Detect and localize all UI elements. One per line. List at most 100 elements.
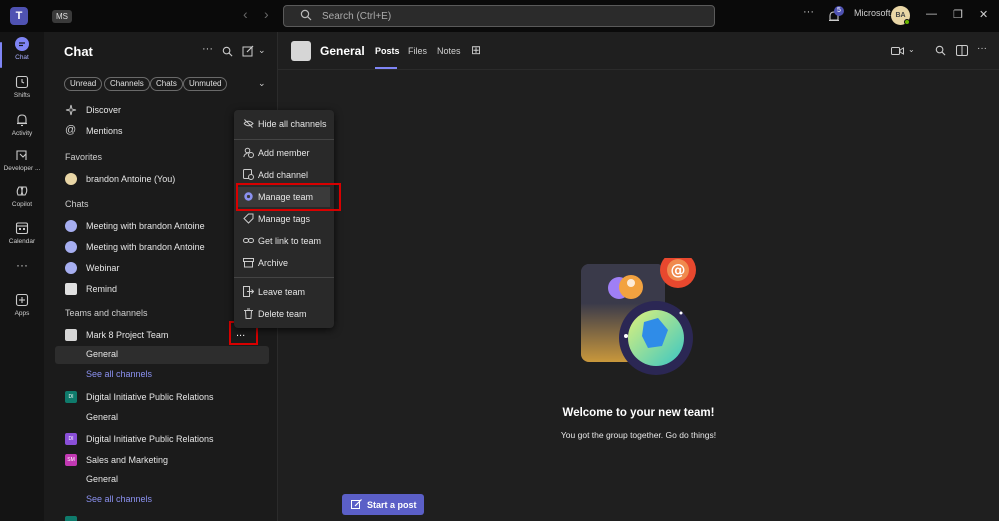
channel-item-general[interactable]: General — [44, 470, 278, 490]
more-options-icon[interactable]: ··· — [977, 43, 987, 54]
close-icon[interactable]: ✕ — [979, 8, 988, 21]
see-all-label: See all channels — [86, 369, 153, 379]
rail-item-copilot[interactable]: Copilot — [0, 183, 44, 221]
menu-label: Leave team — [258, 287, 306, 297]
see-all-channels-link[interactable]: See all channels — [44, 490, 278, 510]
video-call-icon[interactable] — [891, 46, 904, 56]
nav-label: Discover — [86, 105, 122, 115]
rail-item-shifts[interactable]: Shifts — [0, 74, 44, 112]
team-label: Digital Initiative Public Relations — [86, 392, 214, 402]
filter-unmuted[interactable]: Unmuted — [183, 77, 228, 91]
channel-item-general[interactable]: General — [44, 345, 278, 365]
menu-add-member[interactable]: Add member — [234, 143, 334, 163]
filter-unread[interactable]: Unread — [64, 77, 103, 91]
menu-divider — [234, 277, 334, 278]
rail-label: Developer ... — [3, 165, 41, 172]
team-item-dipr-2[interactable]: DI Digital Initiative Public Relations — [44, 430, 278, 450]
rail-label: Shifts — [13, 92, 31, 99]
teams-window: T MS ‹ › Search (Ctrl+E) ··· 5 Microsoft… — [0, 0, 999, 521]
tab-posts[interactable]: Posts — [375, 46, 400, 56]
highlight-box-manage-team — [236, 183, 341, 211]
team-badge: SM — [65, 454, 77, 466]
rail-label: Calendar — [8, 238, 36, 245]
rail-item-chat[interactable]: Chat — [0, 36, 44, 74]
menu-hide-all-channels[interactable]: Hide all channels — [234, 114, 334, 134]
chevron-down-icon[interactable]: ⌄ — [908, 45, 915, 54]
new-chat-icon[interactable] — [242, 45, 254, 57]
discover-icon — [65, 104, 77, 116]
channel-search-icon[interactable] — [935, 45, 946, 56]
calendar-icon — [15, 222, 29, 235]
team-label: Mark 8 Project Team — [86, 330, 169, 340]
favorite-label: brandon Antoine (You) — [86, 174, 176, 184]
title-bar: T MS ‹ › Search (Ctrl+E) ··· 5 Microsoft… — [0, 0, 999, 32]
welcome-subtitle: You got the group together. Go do things… — [560, 430, 717, 440]
panel-more-icon[interactable]: ··· — [202, 43, 213, 55]
menu-archive[interactable]: Archive — [234, 253, 334, 273]
tab-notes[interactable]: Notes — [437, 46, 461, 56]
rail-label: Copilot — [11, 201, 33, 208]
mention-icon: @ — [65, 124, 77, 136]
team-item-dipr[interactable]: DI Digital Initiative Public Relations — [44, 388, 278, 408]
rail-more-icon[interactable]: ··· — [0, 258, 44, 278]
meeting-avatar-icon — [65, 262, 77, 274]
chat-label: Meeting with brandon Antoine — [86, 242, 205, 252]
developer-icon — [16, 150, 27, 160]
menu-add-channel[interactable]: Add channel — [234, 165, 334, 185]
rail-label: Chat — [15, 54, 29, 61]
nav-label: Mentions — [86, 126, 123, 136]
remind-app-icon — [65, 283, 77, 295]
channel-label: General — [86, 474, 119, 484]
rail-item-activity[interactable]: Activity — [0, 112, 44, 150]
chevron-down-icon[interactable]: ⌄ — [258, 45, 266, 56]
meeting-avatar-icon — [65, 241, 77, 253]
account-badge[interactable]: MS — [52, 10, 72, 23]
menu-leave-team[interactable]: Leave team — [234, 282, 334, 302]
filter-channels[interactable]: Channels — [104, 77, 150, 91]
team-item-sales[interactable]: SM Sales and Marketing — [44, 451, 278, 471]
menu-label: Archive — [258, 258, 289, 268]
search-placeholder: Search (Ctrl+E) — [322, 11, 392, 22]
menu-label: Get link to team — [258, 236, 322, 246]
restore-icon[interactable]: ❐ — [953, 8, 963, 21]
channel-info-icon[interactable] — [956, 45, 968, 56]
rail-item-developer[interactable]: Developer ... — [0, 147, 44, 185]
team-label: Sales and Marketing — [86, 455, 169, 465]
welcome-illustration: @ — [581, 258, 696, 375]
leave-icon — [243, 286, 254, 297]
back-arrow-icon[interactable]: ‹ — [243, 6, 248, 22]
menu-manage-tags[interactable]: Manage tags — [234, 209, 334, 229]
rail-item-calendar[interactable]: Calendar — [0, 220, 44, 258]
welcome-title: Welcome to your new team! — [562, 407, 715, 419]
tab-files[interactable]: Files — [408, 46, 427, 56]
compose-icon — [351, 499, 362, 509]
add-person-icon — [243, 147, 254, 158]
menu-delete-team[interactable]: Delete team — [234, 304, 334, 324]
add-tab-icon[interactable]: ⊞ — [471, 43, 481, 57]
filters-expand-icon[interactable]: ⌄ — [258, 78, 266, 89]
channel-header: General Posts Files Notes ⊞ ⌄ ··· — [278, 32, 999, 70]
active-indicator — [0, 42, 2, 68]
teams-header[interactable]: Teams and channels — [65, 308, 148, 318]
channel-item-general[interactable]: General — [44, 408, 278, 428]
rail-item-apps[interactable]: Apps — [0, 292, 44, 330]
menu-get-link[interactable]: Get link to team — [234, 231, 334, 251]
rail-label: Activity — [11, 130, 33, 137]
panel-search-icon[interactable] — [222, 46, 233, 57]
forward-arrow-icon[interactable]: › — [264, 6, 269, 22]
chats-header[interactable]: Chats — [65, 199, 89, 209]
see-all-channels-link[interactable]: See all channels — [44, 365, 278, 385]
search-box[interactable]: Search (Ctrl+E) — [283, 5, 715, 27]
menu-label: Manage tags — [258, 214, 311, 224]
team-avatar — [65, 329, 77, 341]
start-post-button[interactable]: Start a post — [342, 494, 424, 515]
menu-label: Add member — [258, 148, 310, 158]
favorites-header[interactable]: Favorites — [65, 152, 102, 162]
minimize-icon[interactable]: — — [926, 8, 937, 20]
org-name: Microsoft — [854, 8, 891, 18]
more-options-icon[interactable]: ··· — [803, 6, 814, 18]
chat-label: Remind — [86, 284, 118, 294]
panel-title: Chat — [64, 44, 93, 59]
filter-chats[interactable]: Chats — [150, 77, 183, 91]
teams-logo-icon: T — [10, 7, 28, 25]
